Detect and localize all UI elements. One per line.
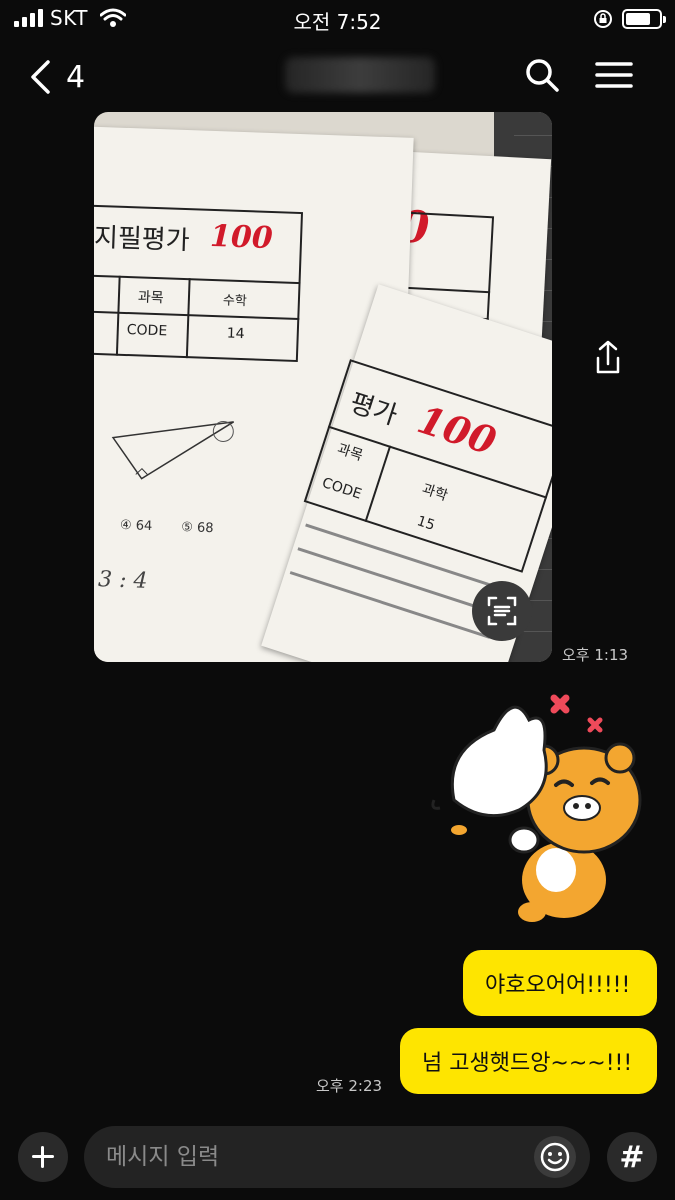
message-composer: # <box>0 1118 675 1200</box>
chevron-left-icon <box>31 60 50 94</box>
message-time: 오후 2:23 <box>316 1077 383 1095</box>
message-bubble[interactable]: 넘 고생햇드앙~~~!!! <box>400 1028 657 1094</box>
battery-icon <box>622 9 666 29</box>
text-scan-button[interactable] <box>472 581 532 641</box>
menu-icon[interactable] <box>594 55 634 95</box>
character-sticker[interactable] <box>424 690 649 930</box>
status-time: 오전 7:52 <box>293 10 382 34</box>
message-bubble[interactable]: 야호오어어!!!!! <box>463 950 657 1016</box>
hashtag-button[interactable]: # <box>607 1132 657 1182</box>
blurred-chat-title <box>285 57 435 93</box>
share-icon[interactable] <box>586 336 630 380</box>
rotation-lock-icon <box>594 10 612 28</box>
chat-header: 4 <box>0 45 675 107</box>
sheet-title-math: 지필평가 <box>94 222 191 257</box>
unread-count: 4 <box>66 59 86 95</box>
text-scan-icon <box>487 596 517 626</box>
back-button[interactable]: 4 <box>28 55 98 99</box>
triangle-sketch <box>111 420 235 480</box>
message-time: 오후 1:13 <box>562 646 629 664</box>
photo-message[interactable]: ㅏ 100 과목 영어 20 지필평가 100 과목 수학 CODE 14 ④ … <box>94 112 552 662</box>
plus-icon[interactable] <box>18 1132 68 1182</box>
emoji-icon[interactable] <box>534 1136 576 1178</box>
score-math: 100 <box>209 218 274 257</box>
message-input[interactable] <box>84 1126 590 1188</box>
search-icon[interactable] <box>522 55 562 95</box>
status-bar: SKT 오전 7:52 <box>0 0 675 40</box>
